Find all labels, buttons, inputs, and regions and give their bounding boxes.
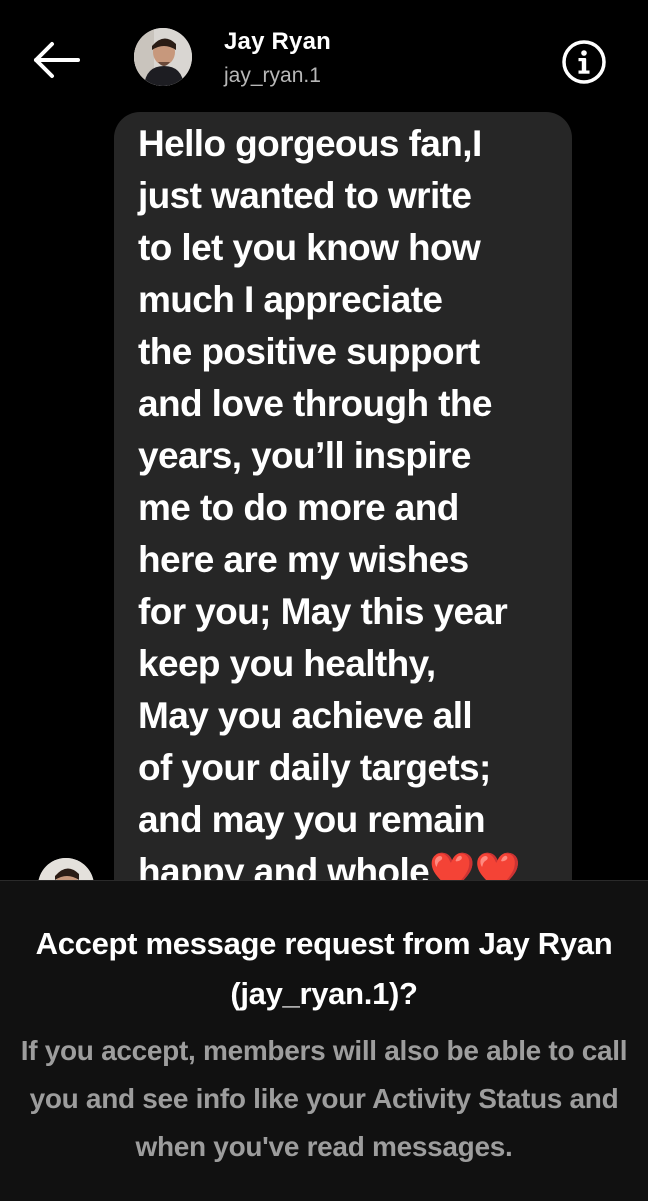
profile-photo-icon: [134, 28, 192, 86]
sender-avatar[interactable]: [38, 858, 94, 882]
contact-name[interactable]: Jay Ryan: [224, 28, 331, 56]
request-description: If you accept, members will also be able…: [20, 1035, 628, 1162]
avatar[interactable]: [134, 28, 192, 86]
back-button[interactable]: [26, 38, 84, 82]
message-thread[interactable]: Hello gorgeous fan,I just wanted to writ…: [0, 112, 648, 882]
message-body: Hello gorgeous fan,I just wanted to writ…: [138, 123, 508, 882]
contact-username[interactable]: jay_ryan.1: [224, 64, 321, 88]
arrow-left-icon: [34, 42, 80, 78]
heart-emoji: ❤️❤️: [429, 851, 521, 882]
message-request-panel: Accept message request from Jay Ryan (ja…: [0, 880, 648, 1201]
request-title: Accept message request from Jay Ryan (ja…: [35, 926, 613, 1011]
info-circle-icon: [562, 40, 606, 84]
message-text: Hello gorgeous fan,I just wanted to writ…: [138, 118, 558, 882]
profile-photo-icon: [38, 858, 94, 882]
chat-header: Jay Ryan jay_ryan.1: [0, 0, 648, 112]
message-bubble[interactable]: Hello gorgeous fan,I just wanted to writ…: [114, 112, 572, 882]
info-button[interactable]: [560, 38, 608, 86]
